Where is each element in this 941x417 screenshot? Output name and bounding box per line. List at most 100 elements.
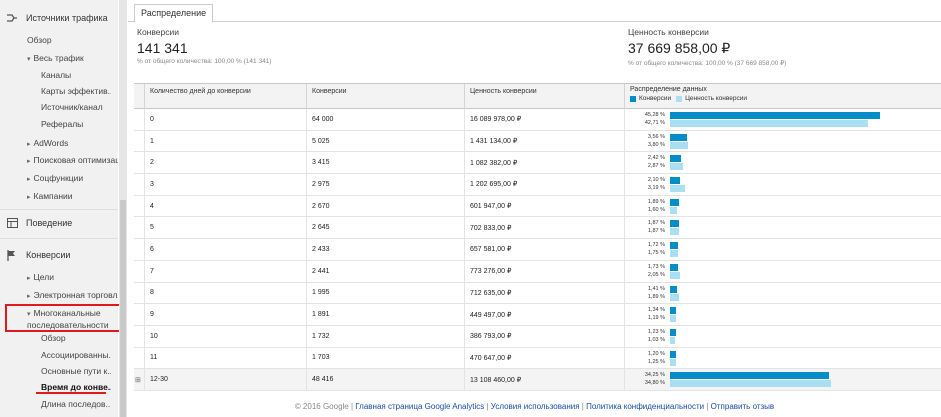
sidebar-scrollbar-thumb[interactable] bbox=[120, 200, 126, 417]
cell-days: 5 bbox=[144, 217, 306, 239]
highlight-box bbox=[5, 304, 123, 332]
pct-value: 1,19 % bbox=[647, 315, 665, 322]
sidebar-item-adwords[interactable]: AdWords bbox=[27, 138, 69, 148]
pct-conversions: 1,89 % bbox=[647, 198, 665, 205]
table-row: 15 025 1 431 134,00 ₽ 3,56 % 3,80 % bbox=[134, 130, 941, 153]
expand-icon[interactable]: ⊞ bbox=[135, 376, 141, 384]
cell-distribution: 45,28 % 42,71 % bbox=[624, 109, 941, 130]
legend-label-value: Ценность конверсии bbox=[685, 95, 748, 102]
cell-distribution: 2,10 % 3,19 % bbox=[624, 174, 941, 195]
sidebar-item-goals[interactable]: Цели bbox=[27, 272, 54, 282]
sidebar-item-channels[interactable]: Каналы bbox=[41, 70, 71, 80]
column-header-value[interactable]: Ценность конверсии bbox=[464, 84, 624, 109]
sidebar-item-top-paths[interactable]: Основные пути к... bbox=[41, 366, 111, 376]
metric-subtext: % от общего количества: 100,00 % (141 34… bbox=[137, 58, 272, 65]
cell-value: 1 202 695,00 ₽ bbox=[464, 174, 624, 195]
table-body: 0 64 000 16 089 978,00 ₽ 45,28 % 42,71 % 1… bbox=[134, 109, 941, 391]
sidebar-item-seo[interactable]: Поисковая оптимизация bbox=[27, 155, 118, 165]
table-row: ⊞ 12-30 48 416 13 108 460,00 ₽ 34,25 % 34,8… bbox=[134, 369, 941, 391]
cell-conversions: 1 891 bbox=[306, 304, 464, 325]
sidebar-item-campaigns[interactable]: Кампании bbox=[27, 191, 73, 201]
pct-value: 2,05 % bbox=[647, 271, 665, 278]
cell-distribution: 1,20 % 1,25 % bbox=[624, 347, 941, 369]
cell-conversions: 2 441 bbox=[306, 260, 464, 282]
cell-conversions: 2 975 bbox=[306, 174, 464, 195]
tab-distribution[interactable]: Распределение bbox=[134, 4, 214, 23]
pct-conversions: 1,73 % bbox=[647, 263, 665, 270]
cell-conversions: 1 703 bbox=[306, 347, 464, 369]
column-header-days[interactable]: Количество дней до конверсии bbox=[144, 84, 306, 109]
pct-conversions: 1,41 % bbox=[647, 285, 665, 292]
bar-conversions bbox=[670, 242, 678, 250]
table-row: 23 415 1 082 382,00 ₽ 2,42 % 2,87 % bbox=[134, 152, 941, 175]
footer: © 2016 Google | Главная страница Google … bbox=[294, 402, 775, 411]
pct-value: 1,89 % bbox=[647, 293, 665, 300]
pct-value: 1,25 % bbox=[647, 358, 665, 365]
footer-link-home[interactable]: Главная страница Google Analytics bbox=[355, 402, 484, 411]
bar-conversions bbox=[670, 220, 679, 228]
cell-days: 4 bbox=[144, 195, 306, 217]
sidebar-item-assisted[interactable]: Ассоциированны... bbox=[41, 350, 111, 360]
sidebar-section-label: Поведение bbox=[26, 218, 73, 228]
sidebar-item-treemaps[interactable]: Карты эффектив... bbox=[41, 86, 111, 96]
sidebar: Источники трафика Обзор Весь трафик Кана… bbox=[0, 0, 118, 417]
bar-value bbox=[670, 293, 679, 301]
pct-conversions: 2,42 % bbox=[647, 155, 665, 162]
bar-conversions bbox=[670, 177, 680, 185]
pct-value: 2,87 % bbox=[647, 163, 665, 170]
bar-value bbox=[670, 120, 869, 127]
sidebar-item-path-length[interactable]: Длина последов... bbox=[41, 399, 111, 409]
cell-days: 0 bbox=[144, 109, 306, 130]
sidebar-item-time-lag[interactable]: Время до конве... bbox=[41, 382, 111, 392]
cell-conversions: 1 995 bbox=[306, 282, 464, 304]
cell-distribution: 1,89 % 1,60 % bbox=[624, 195, 941, 217]
cell-value: 449 497,00 ₽ bbox=[464, 304, 624, 325]
bar-conversions bbox=[670, 112, 880, 119]
bar-conversions bbox=[670, 307, 677, 315]
cell-days: 9 bbox=[144, 304, 306, 325]
cell-distribution: 1,34 % 1,19 % bbox=[624, 304, 941, 325]
cell-conversions: 5 025 bbox=[306, 130, 464, 152]
bar-conversions bbox=[670, 133, 687, 141]
footer-link-privacy[interactable]: Политика конфиденциальности bbox=[586, 402, 704, 411]
pct-conversions: 34,25 % bbox=[644, 372, 665, 379]
pct-conversions: 1,87 % bbox=[647, 220, 665, 227]
sidebar-section-label: Конверсии bbox=[26, 250, 71, 260]
sidebar-section-label: Источники трафика bbox=[26, 13, 108, 23]
sidebar-item-overview[interactable]: Обзор bbox=[27, 35, 52, 45]
metric-conversion-value: Ценность конверсии 37 669 858,00 ₽ % от … bbox=[628, 27, 786, 67]
pct-conversions: 1,34 % bbox=[647, 307, 665, 314]
bar-conversions bbox=[670, 198, 679, 206]
sidebar-item-social[interactable]: Соцфункции bbox=[27, 173, 84, 183]
cell-value: 712 635,00 ₽ bbox=[464, 282, 624, 304]
cell-distribution: 2,42 % 2,87 % bbox=[624, 152, 941, 174]
cell-conversions: 2 645 bbox=[306, 217, 464, 239]
sidebar-item-ecommerce[interactable]: Электронная торговля bbox=[27, 290, 118, 300]
bar-conversions bbox=[670, 155, 682, 163]
sidebar-item-all-traffic[interactable]: Весь трафик bbox=[27, 53, 84, 63]
footer-link-terms[interactable]: Условия использования bbox=[491, 402, 580, 411]
bar-value bbox=[670, 228, 679, 236]
cell-days: 6 bbox=[144, 239, 306, 260]
sidebar-item-mcf-overview[interactable]: Обзор bbox=[41, 333, 66, 343]
cell-days: 11 bbox=[144, 347, 306, 369]
sidebar-section-traffic[interactable]: Источники трафика bbox=[0, 10, 108, 26]
pct-value: 1,87 % bbox=[647, 228, 665, 235]
cell-value: 1 082 382,00 ₽ bbox=[464, 152, 624, 174]
footer-link-feedback[interactable]: Отправить отзыв bbox=[711, 402, 775, 411]
sidebar-item-referrals[interactable]: Рефералы bbox=[41, 119, 83, 129]
column-header-conversions[interactable]: Конверсии bbox=[306, 84, 464, 109]
pct-value: 1,03 % bbox=[647, 336, 665, 343]
cell-distribution: 34,25 % 34,80 % bbox=[624, 369, 941, 390]
column-header-distribution: Распределение данных Конверсии Ценность … bbox=[624, 84, 941, 109]
bar-value bbox=[670, 336, 675, 344]
table-header: Количество дней до конверсии Конверсии Ц… bbox=[134, 84, 941, 109]
sidebar-section-behavior[interactable]: Поведение bbox=[0, 215, 72, 231]
bar-value bbox=[670, 185, 685, 193]
legend-swatch-value bbox=[676, 95, 683, 102]
sidebar-section-conversions[interactable]: Конверсии bbox=[0, 247, 70, 263]
bar-conversions bbox=[670, 263, 678, 271]
sidebar-item-source-medium[interactable]: Источник/канал bbox=[41, 102, 103, 112]
cell-days: 7 bbox=[144, 260, 306, 282]
metric-value: 141 341 bbox=[137, 40, 188, 56]
